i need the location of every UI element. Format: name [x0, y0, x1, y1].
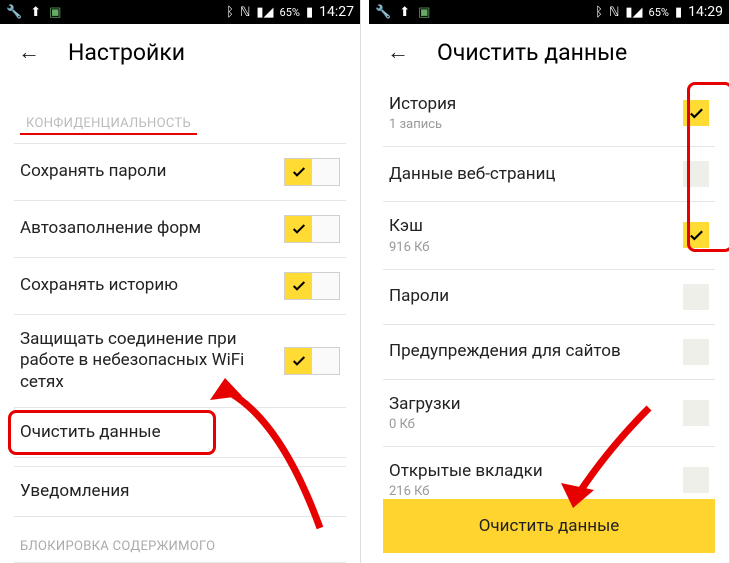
toggle-autofill[interactable]	[284, 215, 340, 243]
app-header: ← Очистить данные	[369, 24, 729, 80]
clear-data-button[interactable]: Очистить данные	[383, 499, 715, 553]
phone-left: 🔧 ⬆ ▣ ᛒ ℕ ▮◢ 65% ▮ 14:27 ← Настройки КОН…	[0, 0, 361, 563]
page-title: Настройки	[68, 39, 185, 66]
setting-wifi-protect[interactable]: Защищать соединение при работе в небезоп…	[14, 314, 346, 407]
signal-icon: ▮◢	[625, 5, 642, 20]
battery-text: 65%	[649, 6, 669, 19]
checkbox-webdata[interactable]	[683, 161, 709, 187]
check-webdata[interactable]: Данные веб-страниц	[383, 146, 715, 201]
check-cache[interactable]: Кэш 916 Кб	[383, 201, 715, 268]
battery-icon: ▮	[306, 5, 313, 20]
checkbox-passwords[interactable]	[683, 284, 709, 310]
download-icon: ⬆	[399, 5, 410, 20]
back-arrow-icon[interactable]: ←	[18, 39, 40, 65]
status-bar: 🔧 ⬆ ▣ ᛒ ℕ ▮◢ 65% ▮ 14:29	[369, 0, 729, 24]
wrench-icon: 🔧	[375, 5, 391, 20]
bluetooth-icon: ᛒ	[226, 5, 234, 20]
settings-content: КОНФИДЕНЦИАЛЬНОСТЬ Сохранять пароли Авто…	[0, 80, 360, 563]
phone-right: 🔧 ⬆ ▣ ᛒ ℕ ▮◢ 65% ▮ 14:29 ← Очистить данн…	[369, 0, 730, 563]
app-header: ← Настройки	[0, 24, 360, 80]
toggle-save-history[interactable]	[284, 272, 340, 300]
status-bar: 🔧 ⬆ ▣ ᛒ ℕ ▮◢ 65% ▮ 14:27	[0, 0, 360, 24]
shield-icon: ▣	[418, 5, 430, 20]
bluetooth-icon: ᛒ	[595, 5, 603, 20]
nfc-icon: ℕ	[609, 5, 619, 20]
setting-notifications[interactable]: Уведомления	[14, 466, 346, 517]
checkbox-warnings[interactable]	[683, 339, 709, 365]
setting-autofill[interactable]: Автозаполнение форм	[14, 200, 346, 257]
setting-save-passwords[interactable]: Сохранять пароли	[14, 143, 346, 200]
page-title: Очистить данные	[437, 39, 627, 66]
wrench-icon: 🔧	[6, 5, 22, 20]
setting-save-history[interactable]: Сохранять историю	[14, 257, 346, 314]
clear-data-content: История 1 запись Данные веб-страниц Кэш …	[369, 80, 729, 499]
status-right: ᛒ ℕ ▮◢ 65% ▮ 14:29	[595, 4, 723, 20]
check-passwords[interactable]: Пароли	[383, 269, 715, 324]
signal-icon: ▮◢	[256, 5, 273, 20]
download-icon: ⬆	[30, 5, 41, 20]
status-left: 🔧 ⬆ ▣	[375, 5, 430, 20]
check-warnings[interactable]: Предупреждения для сайтов	[383, 324, 715, 379]
section-privacy-header: КОНФИДЕНЦИАЛЬНОСТЬ	[20, 98, 197, 135]
section-block-header: БЛОКИРОВКА СОДЕРЖИМОГО	[14, 521, 346, 562]
status-right: ᛒ ℕ ▮◢ 65% ▮ 14:27	[226, 4, 354, 20]
back-arrow-icon[interactable]: ←	[387, 39, 409, 65]
time-text: 14:29	[688, 4, 723, 20]
status-left: 🔧 ⬆ ▣	[6, 5, 61, 20]
checkbox-history[interactable]	[683, 100, 709, 126]
toggle-wifi-protect[interactable]	[284, 347, 340, 375]
nfc-icon: ℕ	[240, 5, 250, 20]
check-tabs[interactable]: Открытые вкладки 216 Кб	[383, 446, 715, 499]
toggle-save-passwords[interactable]	[284, 158, 340, 186]
checkbox-tabs[interactable]	[683, 467, 709, 493]
setting-clear-data[interactable]: Очистить данные	[14, 407, 346, 458]
battery-icon: ▮	[675, 5, 682, 20]
check-downloads[interactable]: Загрузки 0 Кб	[383, 379, 715, 446]
shield-icon: ▣	[49, 5, 61, 20]
checkbox-downloads[interactable]	[683, 400, 709, 426]
time-text: 14:27	[319, 4, 354, 20]
battery-text: 65%	[280, 6, 300, 19]
check-history[interactable]: История 1 запись	[383, 80, 715, 146]
checkbox-cache[interactable]	[683, 222, 709, 248]
